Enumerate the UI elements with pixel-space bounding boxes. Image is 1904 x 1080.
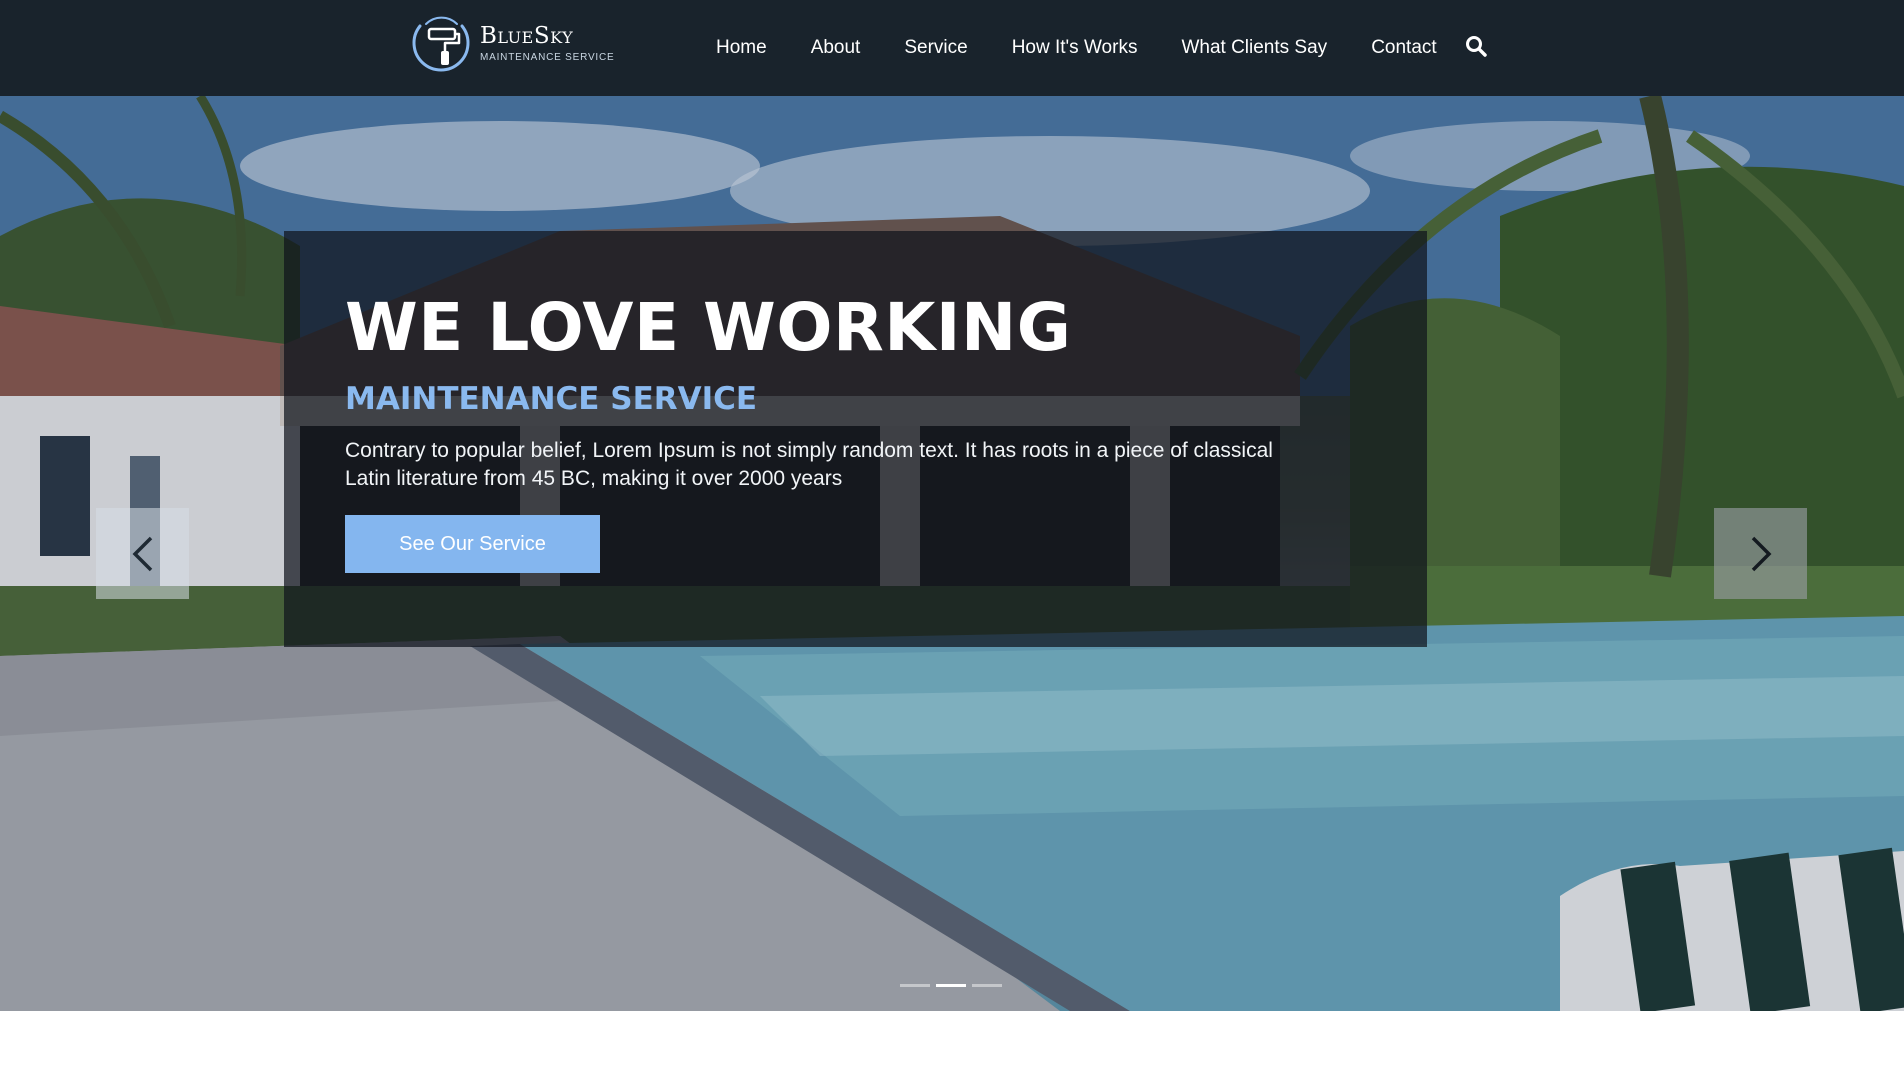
nav-item-contact[interactable]: Contact — [1371, 37, 1436, 59]
brand-text: BlueSky MAINTENANCE SERVICE — [480, 25, 614, 63]
carousel-indicator-active[interactable] — [936, 984, 966, 987]
carousel-indicator[interactable] — [900, 984, 930, 987]
chevron-left-icon — [132, 536, 152, 571]
brand-name: BlueSky — [480, 23, 574, 49]
hero-subtitle: MAINTENANCE SERVICE — [345, 381, 758, 417]
nav-item-service[interactable]: Service — [904, 37, 967, 59]
hero-title: WE LOVE WORKING — [345, 289, 1072, 366]
nav-item-what-clients-say[interactable]: What Clients Say — [1181, 37, 1327, 59]
nav-item-home[interactable]: Home — [716, 37, 767, 59]
brand-logo[interactable]: BlueSky MAINTENANCE SERVICE — [410, 16, 614, 72]
carousel-indicator[interactable] — [972, 984, 1002, 987]
main-nav-menu: Home About Service How It's Works What C… — [716, 0, 1437, 96]
carousel-prev-button[interactable] — [96, 508, 189, 599]
nav-item-how-it-works[interactable]: How It's Works — [1012, 37, 1138, 59]
hero-carousel: WE LOVE WORKING MAINTENANCE SERVICE Cont… — [0, 96, 1904, 1011]
hero-description: Contrary to popular belief, Lorem Ipsum … — [345, 439, 1273, 490]
chevron-right-icon — [1751, 536, 1771, 571]
top-navbar: BlueSky MAINTENANCE SERVICE Home About S… — [0, 0, 1904, 96]
search-icon[interactable] — [1464, 34, 1488, 58]
nav-item-about[interactable]: About — [811, 37, 861, 59]
hero-caption: WE LOVE WORKING MAINTENANCE SERVICE Cont… — [284, 231, 1427, 647]
paint-roller-logo-icon — [412, 16, 470, 72]
carousel-next-button[interactable] — [1714, 508, 1807, 599]
brand-tagline: MAINTENANCE SERVICE — [480, 52, 615, 63]
see-our-service-button[interactable]: See Our Service — [345, 515, 600, 573]
carousel-indicators — [900, 984, 1002, 987]
